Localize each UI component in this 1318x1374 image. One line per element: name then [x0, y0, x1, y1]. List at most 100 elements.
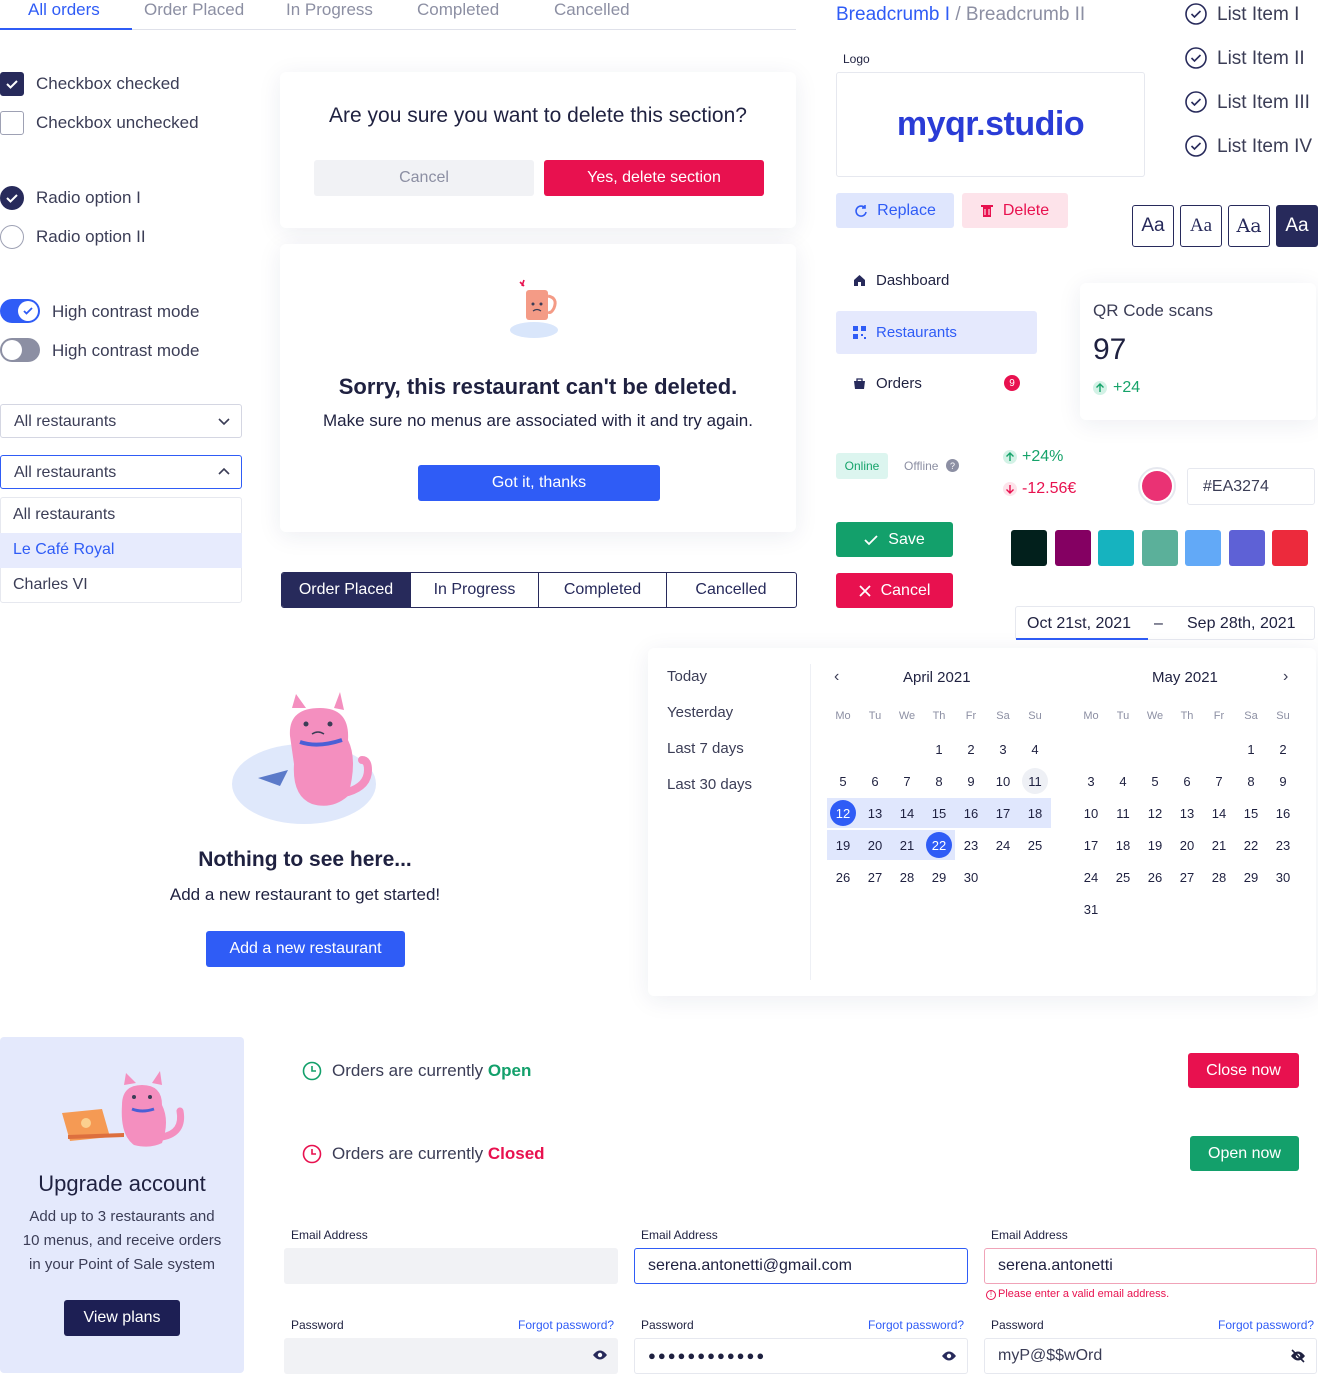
calendar-day[interactable]: 26 [830, 864, 856, 890]
calendar-day[interactable]: 4 [1022, 736, 1048, 762]
preset-last-7-days[interactable]: Last 7 days [667, 740, 744, 757]
eye-icon[interactable] [941, 1350, 957, 1362]
calendar-day[interactable]: 3 [1078, 768, 1104, 794]
calendar-day[interactable]: 20 [1174, 832, 1200, 858]
calendar-day[interactable]: 6 [862, 768, 888, 794]
color-swatch[interactable] [1228, 530, 1265, 566]
cancel-button[interactable]: Cancel [314, 160, 534, 196]
calendar-day[interactable]: 29 [926, 864, 952, 890]
cancel-action-button[interactable]: Cancel [836, 573, 953, 608]
color-preview[interactable] [1138, 467, 1176, 505]
save-button[interactable]: Save [836, 522, 953, 557]
calendar-day[interactable]: 13 [862, 800, 888, 826]
password-field-empty[interactable] [284, 1338, 618, 1374]
calendar-day[interactable]: 1 [926, 736, 952, 762]
tab-cancelled[interactable]: Cancelled [554, 0, 630, 30]
calendar-day[interactable]: 17 [990, 800, 1016, 826]
restaurant-select-open[interactable]: All restaurants [0, 455, 242, 489]
calendar-day[interactable]: 9 [958, 768, 984, 794]
color-swatch[interactable] [1185, 530, 1221, 566]
preset-today[interactable]: Today [667, 668, 707, 685]
calendar-day[interactable]: 19 [1142, 832, 1168, 858]
font-option-serif[interactable]: Aa [1180, 205, 1222, 247]
calendar-day[interactable]: 15 [926, 800, 952, 826]
checkbox-checked[interactable] [0, 72, 24, 96]
calendar-day-selected[interactable]: 12 [830, 800, 856, 826]
calendar-day[interactable]: 27 [862, 864, 888, 890]
password-field-visible[interactable]: myP@$$wOrd [984, 1338, 1317, 1374]
calendar-day[interactable]: 25 [1110, 864, 1136, 890]
tab-all-orders[interactable]: All orders [28, 0, 100, 30]
calendar-day[interactable]: 13 [1174, 800, 1200, 826]
toggle-off[interactable] [0, 338, 40, 362]
calendar-day[interactable]: 10 [990, 768, 1016, 794]
open-now-button[interactable]: Open now [1190, 1136, 1299, 1171]
nav-item-orders[interactable]: Orders 9 [836, 364, 1036, 402]
radio-option-2[interactable] [0, 225, 24, 249]
calendar-day[interactable]: 25 [1022, 832, 1048, 858]
prev-month-icon[interactable]: ‹ [834, 668, 839, 686]
calendar-day[interactable]: 16 [1270, 800, 1296, 826]
calendar-day[interactable]: 31 [1078, 896, 1104, 922]
calendar-day[interactable]: 26 [1142, 864, 1168, 890]
email-field-empty[interactable] [284, 1248, 618, 1284]
calendar-day[interactable]: 18 [1022, 800, 1048, 826]
calendar-day[interactable]: 21 [1206, 832, 1232, 858]
calendar-day[interactable]: 11 [1110, 800, 1136, 826]
calendar-day[interactable]: 30 [1270, 864, 1296, 890]
font-option-selected[interactable]: Aa [1276, 205, 1318, 247]
calendar-day[interactable]: 28 [1206, 864, 1232, 890]
nav-item-dashboard[interactable]: Dashboard [836, 262, 1036, 300]
calendar-day[interactable]: 14 [1206, 800, 1232, 826]
confirm-delete-button[interactable]: Yes, delete section [544, 160, 764, 196]
segment-completed[interactable]: Completed [539, 573, 667, 607]
add-restaurant-button[interactable]: Add a new restaurant [206, 931, 405, 967]
date-range-start[interactable]: Oct 21st, 2021 [1027, 615, 1131, 633]
calendar-day[interactable]: 16 [958, 800, 984, 826]
forgot-password-link[interactable]: Forgot password? [1218, 1318, 1314, 1332]
calendar-day[interactable]: 20 [862, 832, 888, 858]
toggle-on[interactable] [0, 299, 40, 323]
calendar-day[interactable]: 19 [830, 832, 856, 858]
calendar-day[interactable]: 5 [1142, 768, 1168, 794]
font-option-serif-alt[interactable]: Aa [1228, 205, 1270, 247]
calendar-day[interactable]: 6 [1174, 768, 1200, 794]
email-field-focused[interactable]: serena.antonetti@gmail.com [634, 1248, 968, 1284]
calendar-day[interactable]: 3 [990, 736, 1016, 762]
calendar-day[interactable]: 24 [990, 832, 1016, 858]
calendar-day[interactable]: 18 [1110, 832, 1136, 858]
calendar-day[interactable]: 23 [1270, 832, 1296, 858]
tab-order-placed[interactable]: Order Placed [144, 0, 244, 30]
calendar-day[interactable]: 2 [958, 736, 984, 762]
segment-order-placed[interactable]: Order Placed [282, 573, 411, 607]
date-range-input[interactable]: Oct 21st, 2021 – Sep 28th, 2021 [1015, 606, 1315, 640]
eye-off-icon[interactable] [1290, 1349, 1306, 1363]
select-option[interactable]: Charles VI [0, 568, 242, 603]
calendar-day[interactable]: 30 [958, 864, 984, 890]
calendar-day[interactable]: 1 [1238, 736, 1264, 762]
forgot-password-link[interactable]: Forgot password? [868, 1318, 964, 1332]
nav-item-restaurants[interactable]: Restaurants [836, 311, 1037, 354]
preset-last-30-days[interactable]: Last 30 days [667, 776, 752, 793]
help-icon[interactable]: ? [946, 459, 959, 472]
calendar-day[interactable]: 8 [1238, 768, 1264, 794]
radio-option-1[interactable] [0, 186, 24, 210]
eye-icon[interactable] [592, 1349, 608, 1361]
next-month-icon[interactable]: › [1283, 668, 1288, 686]
calendar-day[interactable]: 17 [1078, 832, 1104, 858]
calendar-day[interactable]: 9 [1270, 768, 1296, 794]
tab-completed[interactable]: Completed [417, 0, 499, 30]
calendar-day[interactable]: 28 [894, 864, 920, 890]
calendar-day[interactable]: 15 [1238, 800, 1264, 826]
calendar-day-today[interactable]: 11 [1022, 768, 1048, 794]
forgot-password-link[interactable]: Forgot password? [518, 1318, 614, 1332]
email-field-invalid[interactable]: serena.antonetti [984, 1248, 1317, 1284]
select-option-selected[interactable]: Le Café Royal [0, 533, 242, 568]
breadcrumb-link[interactable]: Breadcrumb I [836, 4, 950, 25]
calendar-day[interactable]: 27 [1174, 864, 1200, 890]
segment-in-progress[interactable]: In Progress [411, 573, 539, 607]
calendar-day[interactable]: 10 [1078, 800, 1104, 826]
calendar-day[interactable]: 29 [1238, 864, 1264, 890]
color-swatch[interactable] [1272, 530, 1308, 566]
calendar-day[interactable]: 7 [894, 768, 920, 794]
